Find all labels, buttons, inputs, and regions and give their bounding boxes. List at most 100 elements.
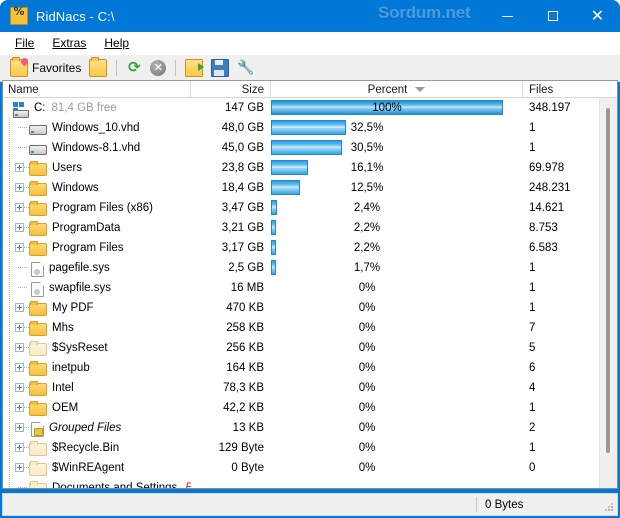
expand-toggle[interactable] xyxy=(13,298,30,318)
folder-icon xyxy=(89,57,108,77)
table-row[interactable]: Windows_10.vhd 48,0 GB 32,5% 1 xyxy=(3,118,617,138)
sort-descending-icon xyxy=(415,87,426,92)
tree-guide-line xyxy=(9,338,10,358)
close-button[interactable]: ✕ xyxy=(575,0,620,32)
export-button[interactable] xyxy=(181,57,207,79)
percent-label: 0% xyxy=(358,302,376,314)
cell-name: Windows-8.1.vhd xyxy=(3,138,191,158)
table-row[interactable]: C: 81,4 GB free 147 GB 100% 348.197 xyxy=(3,98,617,118)
expand-toggle[interactable] xyxy=(13,318,30,338)
expand-toggle[interactable] xyxy=(13,178,30,198)
file-name-label: swapfile.sys xyxy=(49,282,111,294)
table-row[interactable]: Grouped Files 13 KB 0% 2 xyxy=(3,418,617,438)
table-row[interactable]: Intel 78,3 KB 0% 4 xyxy=(3,378,617,398)
tree-indent xyxy=(3,478,13,488)
folder-icon xyxy=(29,401,47,416)
file-name-label: $Recycle.Bin xyxy=(52,442,120,454)
tree-connector xyxy=(13,258,29,278)
column-header-percent[interactable]: Percent xyxy=(271,81,523,98)
cell-size: 2,5 GB xyxy=(228,262,264,274)
maximize-button[interactable] xyxy=(530,0,575,32)
expand-toggle[interactable] xyxy=(13,158,30,178)
menu-item-extras[interactable]: Extras xyxy=(43,34,95,52)
folder-icon xyxy=(29,301,47,316)
status-bar: 0 Bytes xyxy=(2,493,618,516)
access-denied-label: Erişim engellendi xyxy=(185,482,191,488)
percent-label: 0% xyxy=(358,322,376,334)
export-icon xyxy=(185,59,205,77)
table-row[interactable]: Program Files (x86) 3,47 GB 2,4% 14.621 xyxy=(3,198,617,218)
expand-toggle[interactable] xyxy=(13,418,30,438)
cell-name: OEM xyxy=(3,398,191,418)
table-row[interactable]: inetpub 164 KB 0% 6 xyxy=(3,358,617,378)
toolbar-separator-2 xyxy=(175,60,177,76)
expand-toggle[interactable] xyxy=(13,378,30,398)
vertical-scrollbar[interactable] xyxy=(599,98,617,488)
table-row[interactable]: OEM 42,2 KB 0% 1 xyxy=(3,398,617,418)
cell-percent: 16,1% xyxy=(271,158,523,178)
scrollbar-thumb[interactable] xyxy=(606,108,610,453)
favorites-button[interactable]: Favorites xyxy=(6,57,85,79)
column-header-size[interactable]: Size xyxy=(191,81,271,98)
cell-size: 48,0 GB xyxy=(221,122,264,134)
file-name-label: inetpub xyxy=(52,362,90,374)
table-row[interactable]: Windows-8.1.vhd 45,0 GB 30,5% 1 xyxy=(3,138,617,158)
tree-connector xyxy=(13,138,29,158)
tree-indent xyxy=(3,258,13,278)
tree-indent xyxy=(3,338,13,358)
expand-toggle[interactable] xyxy=(13,398,30,418)
table-row[interactable]: pagefile.sys 2,5 GB 1,7% 1 xyxy=(3,258,617,278)
cell-size: 45,0 GB xyxy=(221,142,264,154)
tree-indent xyxy=(3,298,13,318)
title-bar: RidNacs - C:\ Sordum.net ✕ xyxy=(0,0,620,32)
tree-dotted-connector xyxy=(18,127,27,128)
cell-size: 23,8 GB xyxy=(221,162,264,174)
cell-name: inetpub xyxy=(3,358,191,378)
expand-toggle[interactable] xyxy=(13,358,30,378)
cell-size: 3,17 GB xyxy=(221,242,264,254)
folder-icon xyxy=(29,201,47,216)
menu-item-file[interactable]: File xyxy=(6,34,43,52)
table-row[interactable]: Mhs 258 KB 0% 7 xyxy=(3,318,617,338)
save-button[interactable] xyxy=(207,57,233,79)
column-header-name[interactable]: Name xyxy=(3,81,191,98)
table-row[interactable]: ProgramData 3,21 GB 2,2% 8.753 xyxy=(3,218,617,238)
percent-label: 32,5% xyxy=(350,122,384,134)
table-row[interactable]: My PDF 470 KB 0% 1 xyxy=(3,298,617,318)
tree-rows: C: 81,4 GB free 147 GB 100% 348.197 Windows_1… xyxy=(3,98,617,488)
table-row[interactable]: Users 23,8 GB 16,1% 69.978 xyxy=(3,158,617,178)
table-row[interactable]: $Recycle.Bin 129 Byte 0% 1 xyxy=(3,438,617,458)
refresh-button[interactable]: ⟳ xyxy=(122,57,146,79)
open-folder-button[interactable] xyxy=(85,57,111,79)
tree-connector xyxy=(13,478,29,488)
plus-icon xyxy=(15,183,24,192)
cell-percent: 100% xyxy=(271,98,523,118)
minimize-button[interactable] xyxy=(485,0,530,32)
tree-guide-line xyxy=(9,158,10,178)
table-row[interactable]: $SysReset 256 KB 0% 5 xyxy=(3,338,617,358)
settings-button[interactable]: 🔧 xyxy=(233,57,257,79)
tree-connector xyxy=(13,278,29,298)
folder-icon xyxy=(29,221,47,236)
expand-toggle[interactable] xyxy=(13,438,30,458)
resize-grip[interactable] xyxy=(604,502,614,512)
menu-item-help[interactable]: Help xyxy=(95,34,138,52)
expand-toggle[interactable] xyxy=(13,238,30,258)
cell-name: ProgramData xyxy=(3,218,191,238)
table-row[interactable]: $WinREAgent 0 Byte 0% 0 xyxy=(3,458,617,478)
expand-toggle[interactable] xyxy=(13,218,30,238)
table-row[interactable]: Documents and Settings Erişim engellendi xyxy=(3,478,617,488)
column-header-files[interactable]: Files xyxy=(523,81,615,98)
expand-toggle[interactable] xyxy=(13,338,30,358)
tree-indent xyxy=(3,178,13,198)
table-row[interactable]: Program Files 3,17 GB 2,2% 6.583 xyxy=(3,238,617,258)
cancel-icon: ✕ xyxy=(150,60,167,76)
expand-toggle[interactable] xyxy=(13,458,30,478)
table-row[interactable]: Windows 18,4 GB 12,5% 248.231 xyxy=(3,178,617,198)
table-row[interactable]: swapfile.sys 16 MB 0% 1 xyxy=(3,278,617,298)
cancel-button[interactable]: ✕ xyxy=(146,57,170,79)
folder-pale-icon xyxy=(29,441,47,456)
plus-icon xyxy=(15,303,24,312)
plus-icon xyxy=(15,383,24,392)
expand-toggle[interactable] xyxy=(13,198,30,218)
